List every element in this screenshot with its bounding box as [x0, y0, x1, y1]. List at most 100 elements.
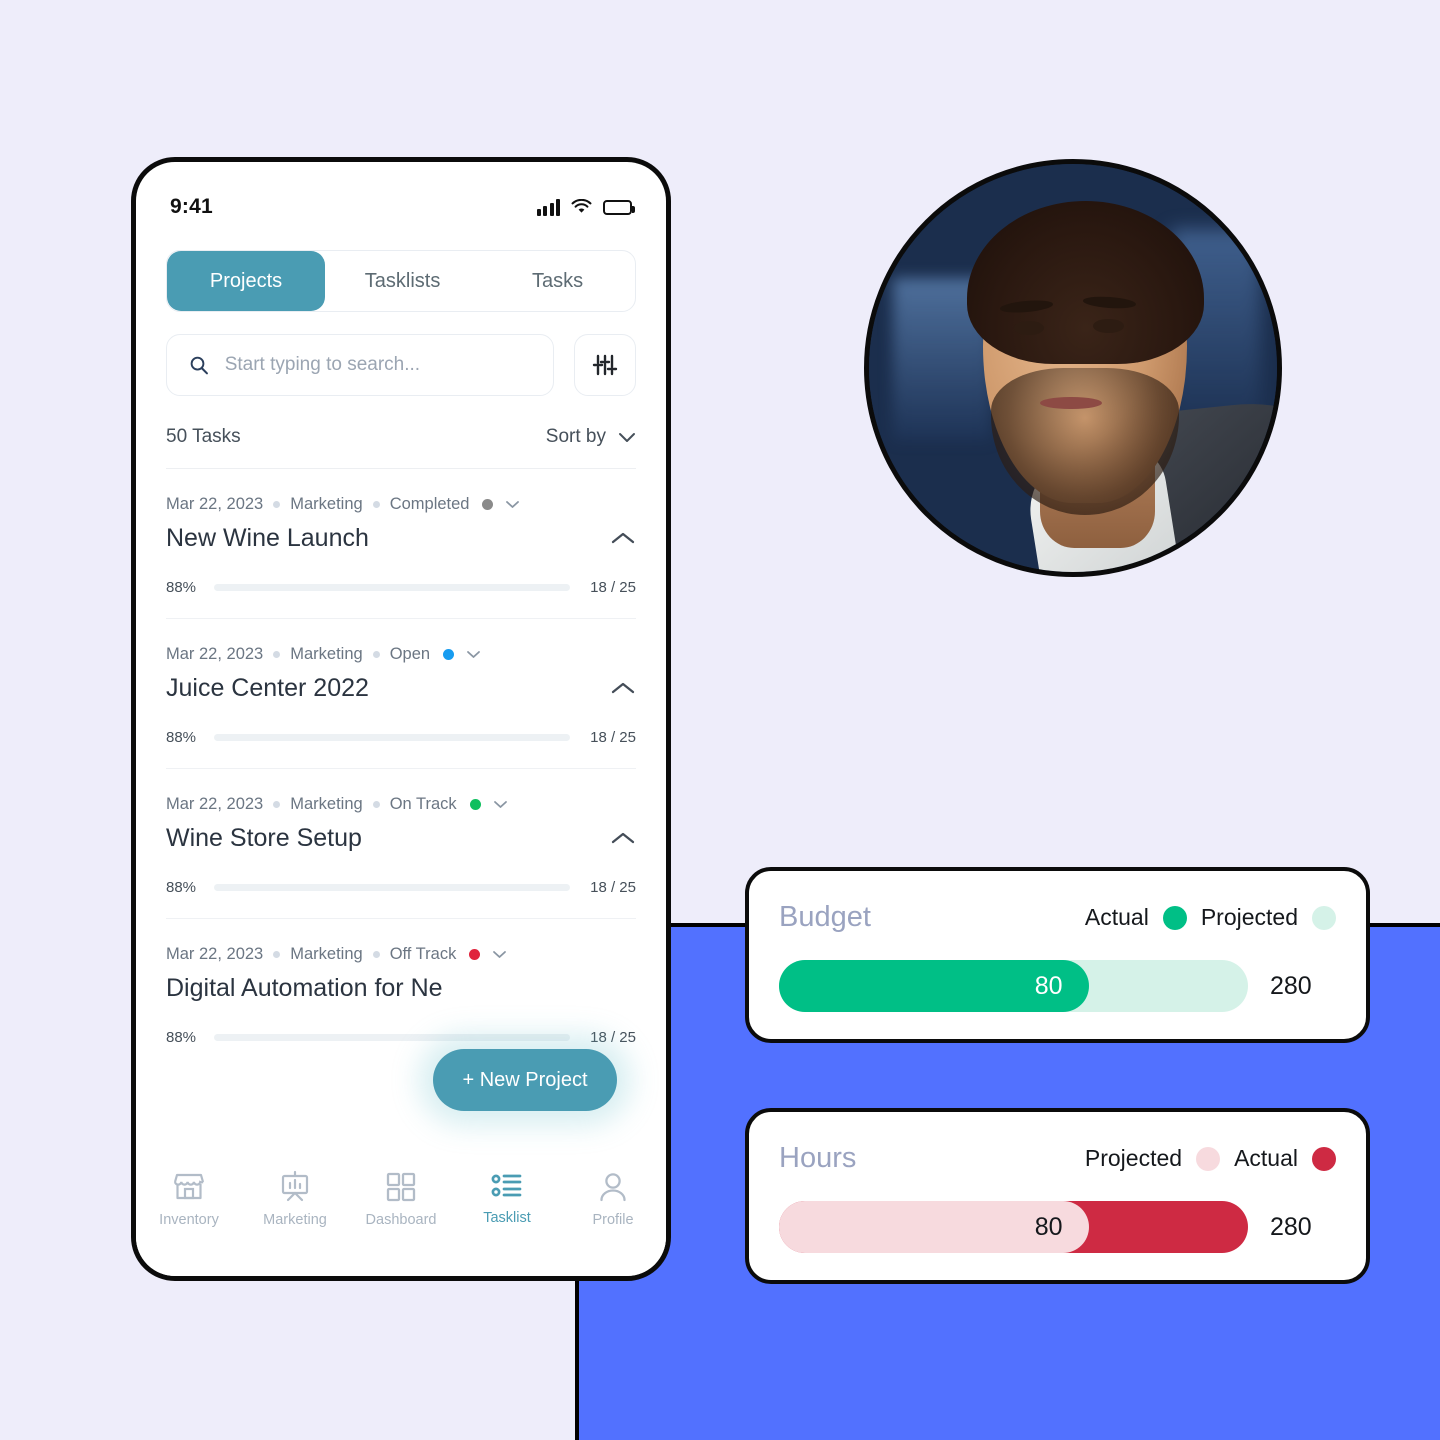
progress-row: 88% 18 / 25	[166, 1029, 636, 1046]
hours-bar-stack: 80	[779, 1201, 1248, 1253]
project-category: Marketing	[290, 495, 363, 513]
legend-dot-projected	[1196, 1146, 1221, 1171]
separator-dot-icon	[372, 801, 380, 808]
chevron-down-icon[interactable]	[492, 950, 507, 959]
budget-card: Budget Actual Projected 80 280	[745, 867, 1370, 1043]
filter-button[interactable]	[574, 334, 636, 396]
nav-item-profile[interactable]: Profile	[565, 1170, 661, 1228]
project-row[interactable]: Mar 22, 2023 Marketing Completed New Win…	[166, 469, 636, 619]
nav-item-tasklist[interactable]: Tasklist	[459, 1170, 555, 1226]
nav-label-marketing: Marketing	[263, 1212, 327, 1228]
hours-card: Hours Projected Actual 80 280	[745, 1108, 1370, 1284]
hours-card-header: Hours Projected Actual	[779, 1142, 1336, 1175]
project-title: Digital Automation for Ne	[166, 974, 443, 1002]
chevron-down-icon[interactable]	[505, 500, 520, 509]
hours-projected-bar: 80	[779, 1201, 1089, 1253]
wifi-icon	[571, 199, 592, 213]
progress-row: 88% 18 / 25	[166, 579, 636, 596]
progress-row: 88% 18 / 25	[166, 879, 636, 896]
cellular-signal-icon	[536, 198, 560, 216]
legend-label-actual: Actual	[1234, 1145, 1298, 1171]
status-dot-icon	[469, 799, 481, 810]
chevron-down-icon[interactable]	[466, 650, 481, 659]
legend-label-projected: Projected	[1200, 904, 1298, 930]
status-dot-icon	[469, 949, 481, 960]
sort-by-label: Sort by	[545, 426, 606, 447]
progress-track	[214, 884, 570, 891]
new-project-button[interactable]: + New Project	[433, 1049, 617, 1111]
project-date: Mar 22, 2023	[166, 795, 264, 813]
filter-sliders-icon	[592, 354, 618, 376]
nav-item-inventory[interactable]: Inventory	[141, 1170, 237, 1228]
progress-percent: 88%	[166, 1029, 197, 1046]
project-title: Juice Center 2022	[166, 674, 369, 702]
chevron-up-icon[interactable]	[610, 681, 636, 696]
progress-row: 88% 18 / 25	[166, 729, 636, 746]
nav-label-profile: Profile	[592, 1212, 634, 1228]
search-box[interactable]	[166, 334, 554, 396]
legend-dot-actual	[1312, 1146, 1336, 1171]
status-bar-time: 9:41	[170, 195, 213, 218]
separator-dot-icon	[273, 651, 281, 658]
project-date: Mar 22, 2023	[166, 495, 264, 513]
status-dot-icon	[443, 649, 455, 660]
progress-count: 18 / 25	[590, 879, 636, 896]
status-bar-icons	[536, 198, 635, 216]
status-dot-icon	[482, 499, 494, 510]
progress-track	[214, 734, 570, 741]
tab-projects[interactable]: Projects	[167, 251, 326, 311]
bottom-navigation: Inventory Marketing Dashboard Tasklist P…	[136, 1156, 666, 1276]
store-icon	[173, 1173, 205, 1200]
sort-by-button[interactable]: Sort by	[546, 426, 636, 448]
project-title: New Wine Launch	[166, 524, 369, 552]
legend-label-actual: Actual	[1084, 904, 1149, 930]
tab-bar: Projects Tasklists Tasks	[166, 250, 636, 312]
chevron-down-icon[interactable]	[493, 800, 508, 809]
progress-percent: 88%	[166, 729, 197, 746]
list-icon	[491, 1174, 522, 1197]
project-title: Wine Store Setup	[166, 824, 362, 852]
tab-tasks[interactable]: Tasks	[480, 251, 635, 311]
project-title-row: Wine Store Setup	[166, 824, 636, 853]
project-meta: Mar 22, 2023 Marketing Completed	[166, 495, 636, 514]
budget-actual-bar: 80	[779, 960, 1089, 1012]
project-category: Marketing	[290, 795, 363, 813]
hours-legend: Projected Actual	[1085, 1145, 1336, 1172]
budget-card-title: Budget	[779, 901, 871, 933]
avatar-eye	[1013, 321, 1045, 335]
separator-dot-icon	[372, 501, 380, 508]
project-title-row: New Wine Launch	[166, 524, 636, 553]
project-row[interactable]: Mar 22, 2023 Marketing Open Juice Center…	[166, 619, 636, 769]
progress-percent: 88%	[166, 579, 197, 596]
project-status: On Track	[389, 795, 457, 813]
nav-item-marketing[interactable]: Marketing	[247, 1170, 343, 1228]
nav-label-inventory: Inventory	[159, 1212, 219, 1228]
project-date: Mar 22, 2023	[166, 645, 264, 663]
chevron-up-icon[interactable]	[610, 831, 636, 846]
progress-count: 18 / 25	[590, 1029, 636, 1046]
separator-dot-icon	[273, 501, 281, 508]
status-bar: 9:41	[136, 162, 666, 230]
project-row[interactable]: Mar 22, 2023 Marketing On Track Wine Sto…	[166, 769, 636, 919]
progress-track	[214, 1034, 570, 1041]
nav-item-dashboard[interactable]: Dashboard	[353, 1170, 449, 1228]
chevron-up-icon[interactable]	[610, 531, 636, 546]
project-meta: Mar 22, 2023 Marketing On Track	[166, 795, 636, 814]
tab-tasklists[interactable]: Tasklists	[325, 251, 480, 311]
progress-count: 18 / 25	[590, 579, 636, 596]
hours-card-title: Hours	[779, 1142, 857, 1174]
progress-percent: 88%	[166, 879, 197, 896]
chevron-down-icon	[619, 432, 635, 442]
person-icon	[600, 1173, 626, 1202]
grid-icon	[386, 1172, 416, 1202]
project-date: Mar 22, 2023	[166, 945, 264, 963]
separator-dot-icon	[273, 951, 281, 958]
project-meta: Mar 22, 2023 Marketing Open	[166, 645, 636, 664]
list-header: 50 Tasks Sort by	[166, 396, 636, 469]
budget-total-label: 280	[1270, 971, 1312, 1000]
search-row	[136, 312, 666, 396]
search-input[interactable]	[224, 354, 531, 376]
budget-card-header: Budget Actual Projected	[779, 901, 1336, 934]
project-category: Marketing	[290, 945, 363, 963]
project-row[interactable]: Mar 22, 2023 Marketing Off Track Digital…	[166, 919, 636, 1068]
